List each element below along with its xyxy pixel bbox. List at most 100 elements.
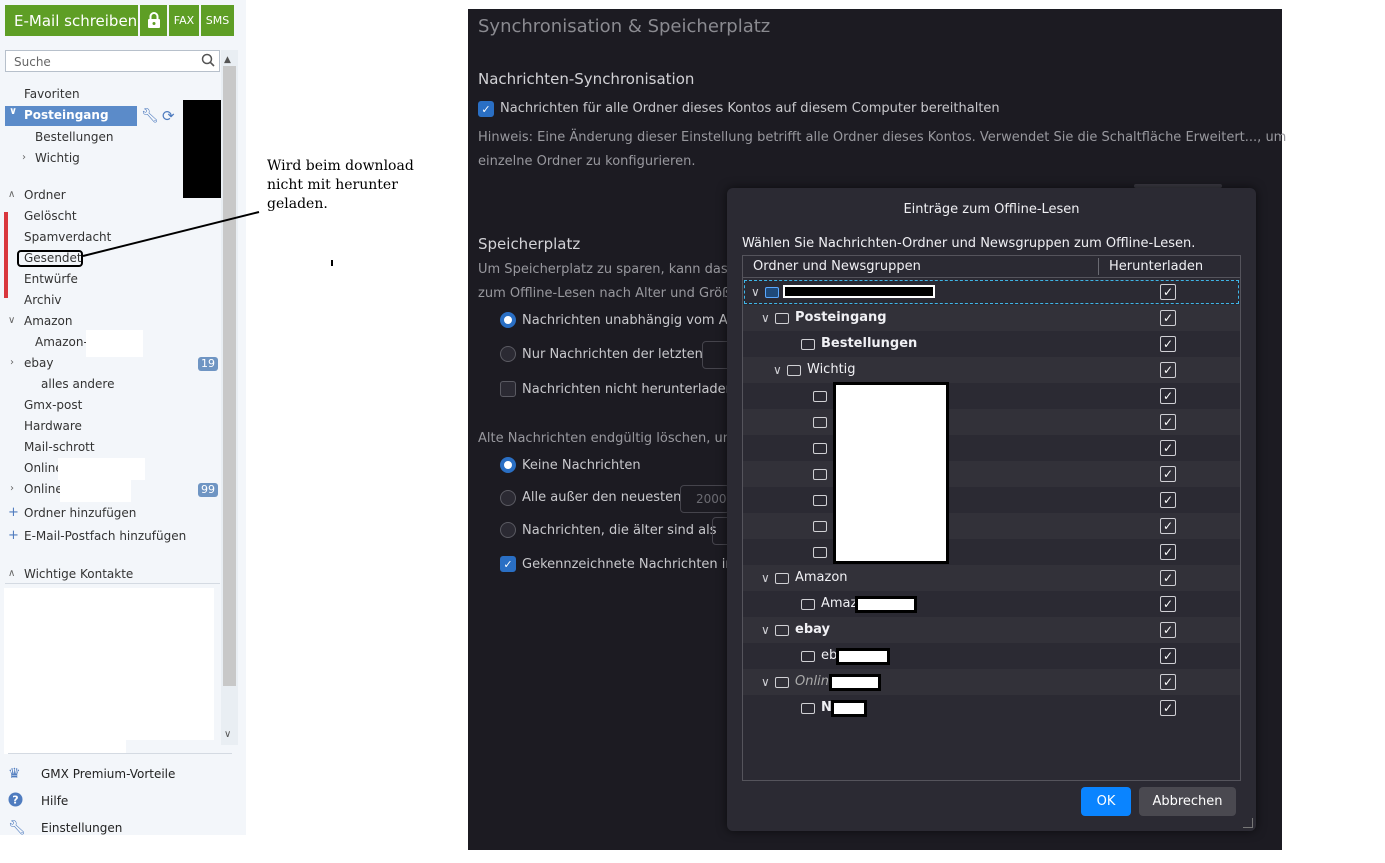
tree-row[interactable]: Amazon ✓ (743, 591, 1240, 617)
tree-row[interactable]: ∨ Posteingang ✓ (743, 305, 1240, 331)
tree-row[interactable]: ∨ ✓ (743, 279, 1240, 305)
folder-tree[interactable]: Ordner und Newsgruppen Herunterladen ∨ ✓ ∨… (742, 255, 1241, 781)
tree-row[interactable]: PE✓ (743, 487, 1240, 513)
chevron-down-icon[interactable]: ∨ (761, 669, 770, 695)
sync-checkbox-label: Nachrichten für alle Ordner dieses Konto… (500, 101, 1000, 116)
folder-icon (813, 521, 827, 532)
folder-icon (813, 417, 827, 428)
download-checkbox[interactable]: ✓ (1160, 440, 1176, 456)
section-header-sync: Nachrichten-Synchronisation (478, 70, 695, 88)
download-checkbox[interactable]: ✓ (1160, 674, 1176, 690)
no-download-checkbox[interactable] (500, 381, 516, 397)
delete-description: Alte Nachrichten endgültig löschen, um S… (478, 431, 765, 446)
tree-row[interactable]: Navi✓ (743, 695, 1240, 721)
folder-icon (813, 547, 827, 558)
resize-grip-icon[interactable] (1243, 818, 1253, 828)
hint-text: Hinweis: Eine Änderung dieser Einstellun… (478, 130, 1287, 145)
folder-icon (813, 391, 827, 402)
download-checkbox[interactable]: ✓ (1160, 388, 1176, 404)
column-header-folders[interactable]: Ordner und Newsgruppen (753, 259, 921, 274)
ok-button[interactable]: OK (1081, 787, 1131, 816)
storage-description: Um Speicherplatz zu sparen, kann das Her… (478, 262, 764, 277)
newest-count-input[interactable]: 2000 (680, 485, 730, 513)
tree-row[interactable]: M✓ (743, 435, 1240, 461)
tree-row-label: Amazon (795, 570, 848, 585)
download-checkbox[interactable]: ✓ (1160, 414, 1176, 430)
tree-row[interactable]: HA✓ (743, 383, 1240, 409)
chevron-down-icon[interactable]: ∨ (761, 617, 770, 643)
dialog-description: Wählen Sie Nachrichten-Ordner und Newsgr… (742, 236, 1196, 251)
folder-icon (801, 599, 815, 610)
folder-icon (787, 365, 801, 376)
keep-flagged-checkbox[interactable]: ✓ (500, 556, 516, 572)
redaction-block (855, 596, 917, 613)
tree-row[interactable]: ebay✓ (743, 643, 1240, 669)
cancel-button[interactable]: Abbrechen (1139, 787, 1236, 816)
tree-row[interactable]: Bestellungen ✓ (743, 331, 1240, 357)
folder-icon (775, 625, 789, 636)
download-checkbox[interactable]: ✓ (1160, 622, 1176, 638)
tree-row[interactable]: Hu✓ (743, 409, 1240, 435)
tree-header: Ordner und Newsgruppen Herunterladen (743, 256, 1240, 278)
tree-row[interactable]: ∨ ebay ✓ (743, 617, 1240, 643)
tree-row[interactable]: Pr✓ (743, 513, 1240, 539)
radio-label: Nachrichten unabhängig vom Alter (522, 313, 750, 328)
download-checkbox[interactable]: ✓ (1160, 362, 1176, 378)
folder-icon (775, 573, 789, 584)
download-checkbox[interactable]: ✓ (1160, 648, 1176, 664)
download-checkbox[interactable]: ✓ (1160, 492, 1176, 508)
folder-icon (801, 651, 815, 662)
tree-row[interactable]: M✓ (743, 461, 1240, 487)
folder-icon (801, 339, 815, 350)
download-checkbox[interactable]: ✓ (1160, 518, 1176, 534)
tree-row[interactable]: W✓ (743, 539, 1240, 565)
tree-row-label: ebay (795, 622, 830, 637)
folder-icon (801, 703, 815, 714)
redaction-block (831, 700, 867, 717)
account-icon (765, 287, 779, 298)
chevron-down-icon[interactable]: ∨ (761, 565, 770, 591)
radio-keep-all[interactable] (500, 457, 516, 473)
screenshot-canvas: E-Mail schreiben FAX SMS Suche Favoriten… (0, 0, 1385, 863)
download-checkbox[interactable]: ✓ (1160, 466, 1176, 482)
column-divider (1098, 258, 1099, 275)
radio-older-than[interactable] (500, 522, 516, 538)
inbox-icon (775, 313, 789, 324)
offline-reading-dialog: Einträge zum Offline-Lesen Wählen Sie Na… (727, 188, 1256, 831)
download-checkbox[interactable]: ✓ (1160, 596, 1176, 612)
radio-keep-newest[interactable] (500, 490, 516, 506)
dialog-title: Einträge zum Offline-Lesen (903, 202, 1080, 217)
chevron-down-icon[interactable]: ∨ (761, 305, 770, 331)
column-header-download[interactable]: Herunterladen (1109, 259, 1203, 274)
radio-label: Nur Nachrichten der letzten (522, 347, 703, 362)
radio-label: Alle außer den neuesten (522, 490, 682, 505)
redaction-block (836, 648, 890, 665)
folder-icon (813, 443, 827, 454)
page-title: Synchronisation & Speicherplatz (478, 16, 771, 37)
download-checkbox[interactable]: ✓ (1160, 544, 1176, 560)
tree-row[interactable]: ∨ Wichtig ✓ (743, 357, 1240, 383)
tree-row-label: Bestellungen (821, 336, 918, 351)
tree-row-label: Wichtig (807, 362, 856, 377)
radio-last-days[interactable] (500, 346, 516, 362)
download-checkbox[interactable]: ✓ (1160, 570, 1176, 586)
folder-icon (775, 677, 789, 688)
tree-row[interactable]: ∨ Amazon ✓ (743, 565, 1240, 591)
section-header-storage: Speicherplatz (478, 235, 581, 253)
sync-checkbox[interactable]: ✓ (478, 101, 494, 117)
tree-row-label: Posteingang (795, 310, 887, 325)
chevron-down-icon[interactable]: ∨ (773, 357, 782, 383)
chevron-down-icon[interactable]: ∨ (751, 279, 760, 305)
radio-label: Nachrichten, die älter sind als (522, 523, 717, 538)
download-checkbox[interactable]: ✓ (1160, 310, 1176, 326)
download-checkbox[interactable]: ✓ (1160, 284, 1176, 300)
tree-row[interactable]: ∨ Online ✓ (743, 669, 1240, 695)
redaction-block (829, 674, 881, 691)
download-checkbox[interactable]: ✓ (1160, 700, 1176, 716)
radio-all-messages[interactable] (500, 312, 516, 328)
storage-description: zum Offline-Lesen nach Alter und Größe b… (478, 286, 759, 301)
redaction-block (833, 382, 949, 564)
download-checkbox[interactable]: ✓ (1160, 336, 1176, 352)
radio-label: Keine Nachrichten (522, 458, 641, 473)
checkbox-label: Gekennzeichnete Nachrichten imme (522, 557, 759, 572)
